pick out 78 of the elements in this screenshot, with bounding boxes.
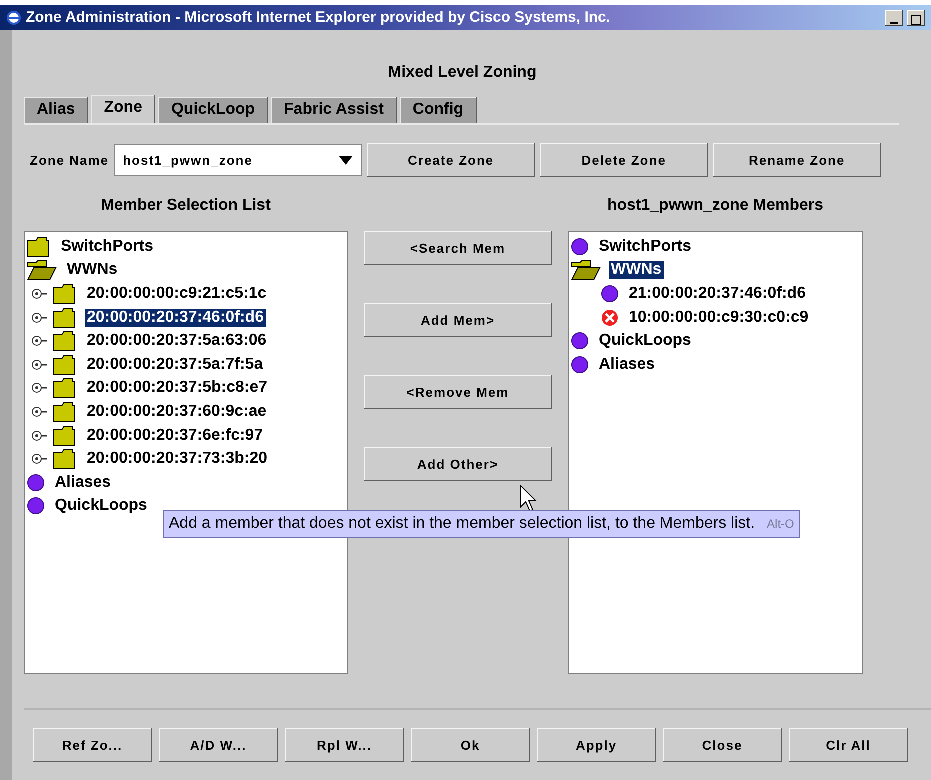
tree-item[interactable]: Aliases (597, 356, 658, 374)
zone-button[interactable]: Create Zone (367, 143, 536, 177)
tree-item[interactable]: 20:00:00:20:37:5a:63:06 (85, 332, 269, 350)
tree-item[interactable]: 21:00:00:20:37:46:0f:d6 (627, 284, 808, 303)
zone-button[interactable]: Delete Zone (540, 143, 708, 177)
tree-item[interactable]: 10:00:00:00:c9:30:c0:c9 (627, 308, 811, 327)
browser-icon (6, 10, 22, 26)
folder-icon (53, 400, 77, 423)
folder-icon (53, 330, 77, 352)
member-action-button[interactable]: Add Mem> (364, 303, 552, 337)
minimize-button[interactable] (885, 10, 903, 26)
expand-handle-icon[interactable] (31, 335, 49, 348)
expand-handle-icon[interactable] (31, 358, 49, 371)
list-title: Member Selection List (100, 197, 272, 216)
tab[interactable]: Alias (24, 97, 88, 123)
window-title: Zone Administration - Microsoft Internet Explorer provided by Cisco Systems, Inc. (26, 9, 612, 26)
tree-item[interactable]: 20:00:00:20:37:5b:c8:e7 (85, 379, 270, 398)
tab[interactable]: Config (400, 97, 477, 123)
expand-handle-icon[interactable] (31, 312, 49, 324)
tree-item[interactable]: 20:00:00:20:37:6e:fc:97 (85, 426, 266, 445)
tooltip-text: Add a member that does not exist in the member selection list, to the Members list. (169, 515, 756, 533)
dialog-button[interactable]: Clr All (789, 728, 908, 762)
dialog-button[interactable]: Apply (537, 728, 656, 762)
folder-icon (53, 448, 77, 470)
open-folder-icon (27, 259, 57, 282)
error-icon (601, 308, 619, 327)
folder-icon (53, 354, 77, 376)
tab[interactable]: Fabric Assist (271, 97, 397, 123)
maximize-button[interactable] (907, 10, 925, 26)
expand-handle-icon[interactable] (31, 406, 49, 418)
member-action-button[interactable]: <Search Mem (364, 231, 552, 265)
dialog-button[interactable]: Rpl W... (285, 728, 404, 762)
sphere-icon (27, 497, 45, 516)
zone-button[interactable]: Rename Zone (713, 143, 882, 177)
mouse-pointer-icon (520, 485, 540, 513)
sphere-icon (571, 238, 589, 256)
tree-item[interactable]: SwitchPorts (597, 238, 694, 256)
sphere-icon (571, 332, 589, 350)
tree-item[interactable]: 20:00:00:20:37:5a:7f:5a (85, 356, 266, 374)
dialog-button[interactable]: A/D W... (159, 728, 278, 762)
tree-item[interactable]: QuickLoops (53, 497, 150, 516)
sphere-icon (571, 356, 589, 374)
member-action-button[interactable]: <Remove Mem (364, 375, 552, 409)
page-heading: Mixed Level Zoning (387, 64, 538, 83)
dialog-button[interactable]: Ref Zo... (33, 728, 152, 762)
tree-item[interactable]: QuickLoops (597, 332, 694, 350)
minimize-icon (890, 20, 898, 24)
sphere-icon (27, 474, 45, 492)
member-action-button[interactable]: Add Other> (364, 447, 552, 481)
tree-item[interactable]: 20:00:00:20:37:60:9c:ae (85, 402, 269, 421)
expand-handle-icon[interactable] (31, 288, 49, 300)
folder-icon (53, 377, 77, 400)
tab[interactable]: QuickLoop (158, 97, 268, 123)
tree-item[interactable]: WWNs (65, 261, 120, 280)
folder-icon (53, 306, 77, 329)
expand-handle-icon[interactable] (31, 453, 49, 466)
tree-item[interactable]: 20:00:00:00:c9:21:c5:1c (85, 284, 269, 303)
open-folder-icon (571, 259, 601, 282)
list-title: host1_pwwn_zone Members (606, 197, 825, 216)
tree-item[interactable]: WWNs (609, 261, 664, 280)
tab[interactable]: Zone (91, 95, 156, 123)
shortcut-hint: Alt-O (767, 517, 794, 531)
zone-name-dropdown[interactable]: host1_pwwn_zone (114, 144, 362, 176)
folder-icon (53, 282, 77, 305)
tree-item[interactable]: 20:00:00:20:37:73:3b:20 (85, 450, 270, 468)
folder-icon (27, 236, 51, 258)
tree-item[interactable]: 20:00:00:20:37:46:0f:d6 (85, 308, 266, 327)
expand-handle-icon[interactable] (31, 430, 49, 442)
dropdown-arrow-icon (339, 156, 354, 164)
maximize-icon (911, 14, 921, 24)
folder-icon (53, 424, 77, 447)
tree-item[interactable]: SwitchPorts (59, 238, 156, 256)
sphere-icon (601, 284, 619, 303)
dialog-button[interactable]: Close (663, 728, 782, 762)
zone-name-label: Zone Name (30, 152, 110, 168)
expand-handle-icon[interactable] (31, 382, 49, 394)
dialog-button[interactable]: Ok (411, 728, 530, 762)
tree-item[interactable]: Aliases (53, 474, 114, 492)
